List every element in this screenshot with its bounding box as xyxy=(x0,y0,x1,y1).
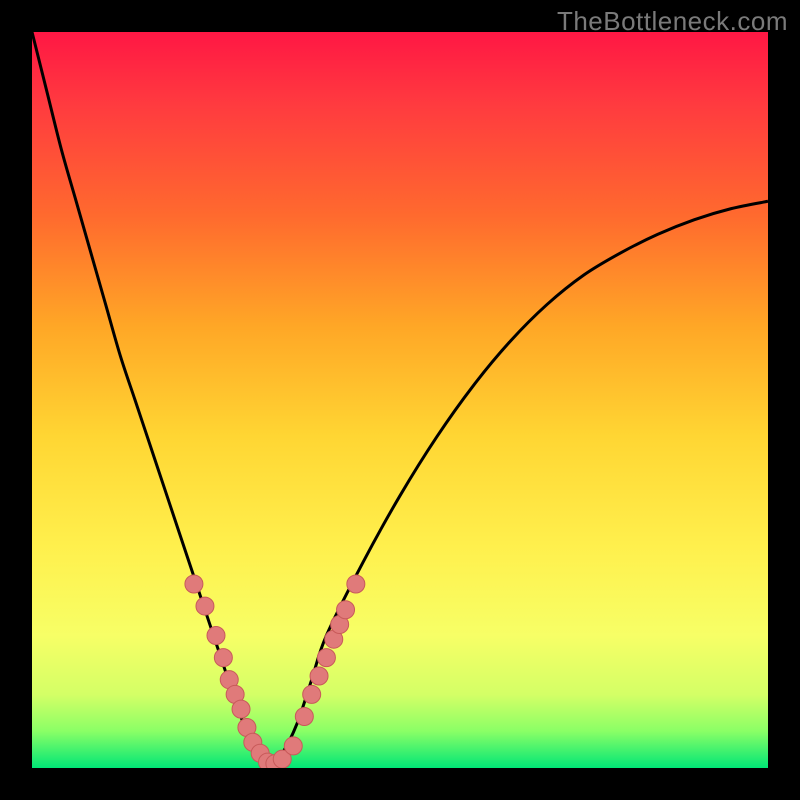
data-point xyxy=(284,737,302,755)
chart-frame: TheBottleneck.com xyxy=(0,0,800,800)
data-point xyxy=(232,700,250,718)
data-point xyxy=(185,575,203,593)
bottleneck-chart xyxy=(32,32,768,768)
plot-area xyxy=(32,32,768,768)
data-point xyxy=(317,649,335,667)
data-point xyxy=(337,601,355,619)
data-point xyxy=(295,707,313,725)
data-point xyxy=(207,627,225,645)
data-point xyxy=(196,597,214,615)
data-point xyxy=(347,575,365,593)
data-point xyxy=(303,685,321,703)
data-point xyxy=(214,649,232,667)
gradient-background xyxy=(32,32,768,768)
data-point xyxy=(310,667,328,685)
watermark-text: TheBottleneck.com xyxy=(557,6,788,37)
